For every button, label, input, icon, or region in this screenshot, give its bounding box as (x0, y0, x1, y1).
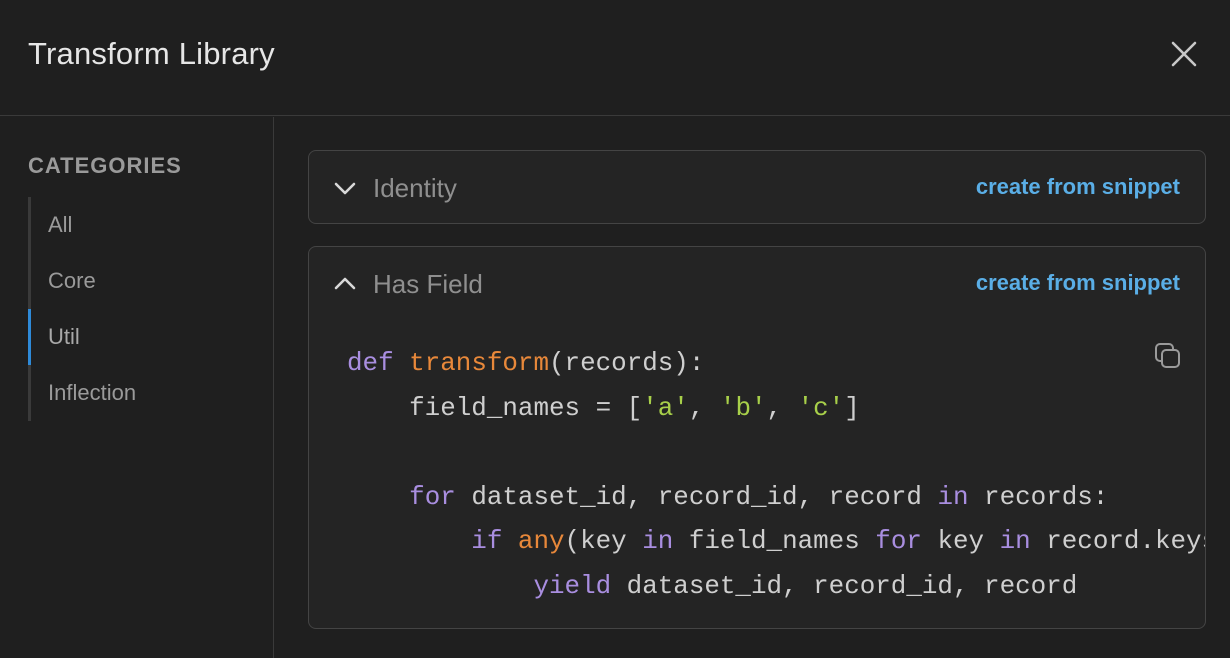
code-text: (key (564, 526, 643, 556)
code-keyword: yield (533, 570, 612, 601)
code-function: any (517, 526, 565, 556)
code-text: dataset_id, record_id, record (455, 481, 938, 512)
close-icon[interactable] (1168, 38, 1200, 70)
chevron-down-icon[interactable] (333, 176, 357, 200)
panel-header[interactable]: Identity create from snippet (309, 151, 1205, 225)
code-block: def transform(records): field_names = ['… (347, 341, 1205, 608)
code-line: yield dataset_id, record_id, record (347, 564, 1205, 609)
code-line: field_names = ['a', 'b', 'c'] (347, 386, 1205, 431)
code-text: (records): (549, 348, 705, 378)
code-function: transform (409, 348, 550, 378)
code-string: 'a' (642, 392, 689, 423)
code-line: if any(key in field_names for key in rec… (347, 519, 1205, 564)
code-text: , (688, 392, 720, 423)
chevron-up-icon[interactable] (333, 272, 357, 296)
code-text: field_names = [ (347, 392, 643, 423)
code-text: records: (968, 481, 1109, 512)
code-keyword: for (409, 481, 456, 512)
copy-icon[interactable] (1153, 341, 1183, 371)
code-text: key (921, 526, 1000, 556)
transform-list: Identity create from snippet Has Field c… (275, 117, 1230, 658)
code-keyword: in (642, 526, 674, 556)
code-keyword: def (347, 348, 394, 378)
panel-title: Identity (373, 173, 457, 203)
code-string: 'b' (719, 392, 767, 423)
panel-header[interactable]: Has Field create from snippet (309, 247, 1205, 321)
dialog-header: Transform Library (0, 0, 1230, 116)
panel-title: Has Field (373, 269, 483, 299)
code-text: field_names (673, 526, 876, 556)
code-line: for dataset_id, record_id, record in rec… (347, 475, 1205, 520)
code-keyword: in (937, 481, 969, 512)
code-text: ] (844, 392, 860, 423)
transform-panel-identity: Identity create from snippet (308, 150, 1206, 224)
categories-heading: CATEGORIES (28, 153, 182, 178)
category-item-inflection[interactable]: Inflection (31, 365, 248, 421)
code-string: 'c' (797, 392, 845, 423)
dialog-title: Transform Library (28, 36, 275, 71)
category-item-core[interactable]: Core (31, 253, 248, 309)
transform-panel-has-field: Has Field create from snippet def transf… (308, 246, 1206, 629)
code-keyword: in (999, 526, 1031, 556)
create-from-snippet-link[interactable]: create from snippet (976, 174, 1180, 200)
code-line: def transform(records): (347, 341, 1205, 386)
categories-sidebar: CATEGORIES All Core Util Inflection (0, 117, 274, 658)
category-item-util[interactable]: Util (28, 309, 248, 365)
code-text: , (766, 392, 798, 423)
code-text: dataset_id, record_id, record (611, 570, 1078, 601)
code-text: record.keys()): (1046, 526, 1205, 556)
category-item-all[interactable]: All (31, 197, 248, 253)
code-keyword: if (471, 526, 503, 556)
code-keyword: for (875, 526, 922, 556)
category-list: All Core Util Inflection (28, 197, 248, 421)
create-from-snippet-link[interactable]: create from snippet (976, 270, 1180, 296)
